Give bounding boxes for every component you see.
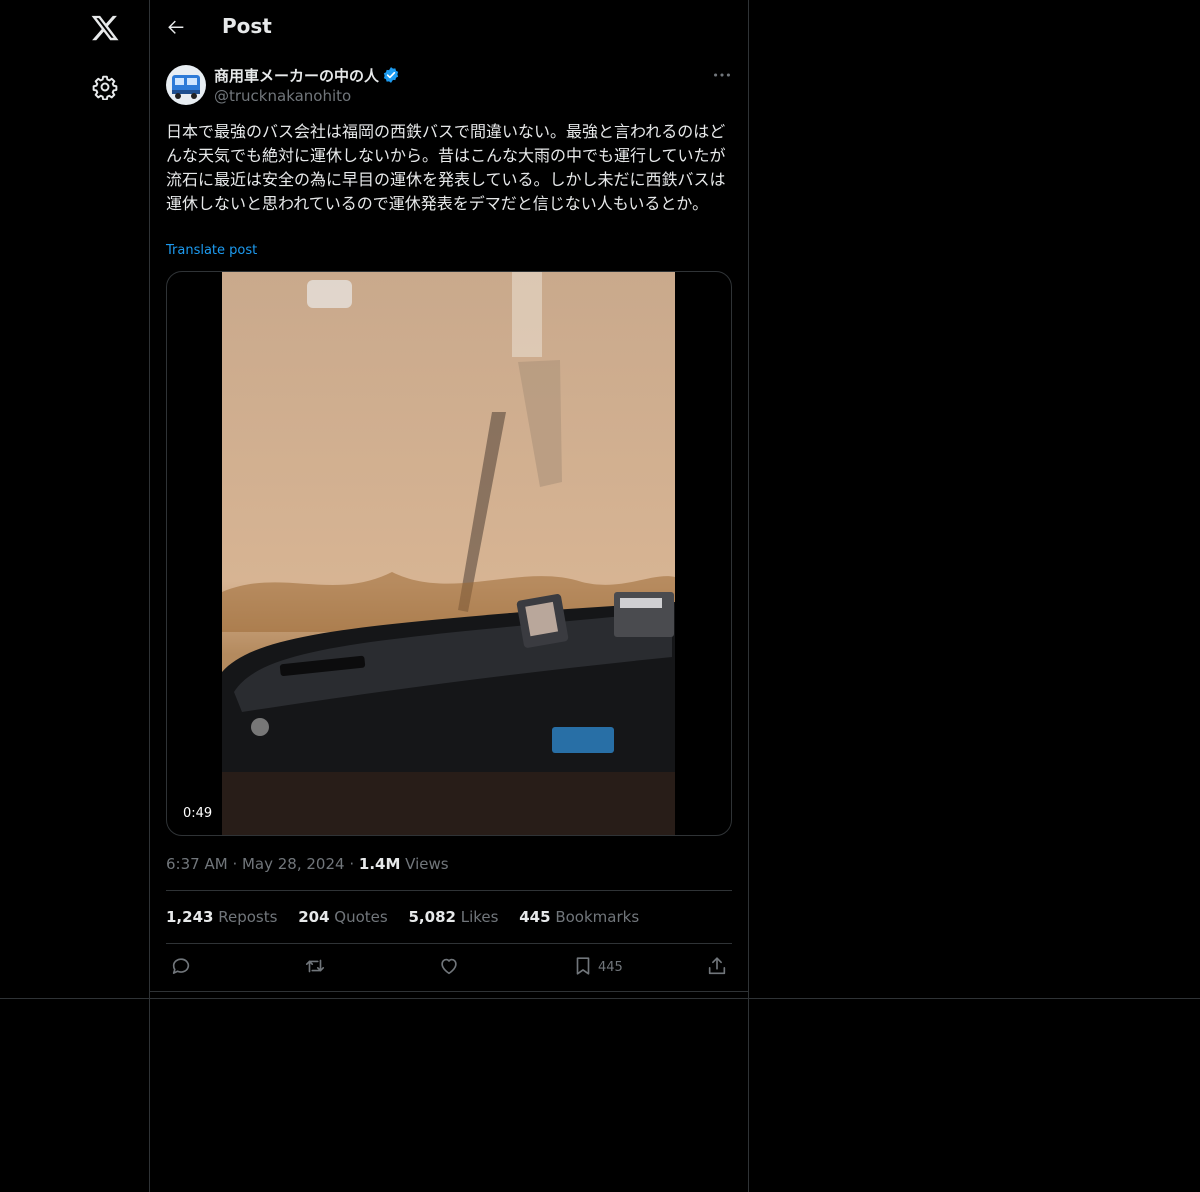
video-player[interactable]: 0:49	[166, 271, 732, 836]
horizontal-divider	[0, 998, 1200, 999]
reply-button[interactable]	[170, 955, 192, 979]
x-logo-icon[interactable]	[90, 13, 120, 43]
share-icon	[706, 957, 728, 981]
back-arrow-icon[interactable]	[165, 16, 187, 38]
post-meta: 6:37 AM · May 28, 2024 · 1.4M Views	[166, 855, 449, 873]
share-button[interactable]	[706, 955, 728, 979]
divider	[150, 991, 748, 992]
bookmarks-stat[interactable]: 445 Bookmarks	[519, 908, 639, 926]
reposts-label: Reposts	[218, 908, 278, 926]
more-icon[interactable]	[711, 64, 733, 86]
verified-badge-icon	[382, 66, 400, 84]
likes-label: Likes	[460, 908, 499, 926]
bookmark-button[interactable]: 445	[572, 955, 632, 979]
likes-count: 5,082	[408, 908, 456, 926]
views-label: Views	[405, 855, 449, 873]
divider	[166, 890, 732, 891]
reply-icon	[170, 958, 192, 981]
video-thumbnail	[222, 272, 675, 835]
divider	[166, 943, 732, 944]
video-duration-badge: 0:49	[177, 804, 219, 823]
reposts-stat[interactable]: 1,243 Reposts	[166, 908, 277, 926]
reposts-count: 1,243	[166, 908, 214, 926]
left-column-divider	[149, 0, 150, 1192]
bookmark-count: 445	[598, 960, 623, 975]
like-button[interactable]	[438, 955, 460, 979]
quotes-count: 204	[298, 908, 330, 926]
bookmark-icon	[572, 957, 594, 981]
right-column-divider	[748, 0, 749, 1192]
engagement-stats: 1,243 Reposts 204 Quotes 5,082 Likes 445…	[166, 908, 655, 926]
page-title: Post	[222, 14, 272, 38]
meta-dot: ·	[349, 855, 359, 873]
quotes-label: Quotes	[334, 908, 388, 926]
like-icon	[438, 958, 460, 981]
post-text: 日本で最強のバス会社は福岡の西鉄バスで間違いない。最強と言われるのはどんな天気で…	[166, 122, 726, 213]
repost-button[interactable]	[304, 955, 326, 979]
quotes-stat[interactable]: 204 Quotes	[298, 908, 388, 926]
author-name[interactable]: 商用車メーカーの中の人	[214, 65, 379, 86]
repost-icon	[304, 959, 326, 981]
bookmarks-count: 445	[519, 908, 551, 926]
views-count: 1.4M	[358, 855, 401, 873]
post-time[interactable]: 6:37 AM	[166, 855, 228, 873]
author-handle[interactable]: @trucknakanohito	[214, 87, 351, 105]
meta-dot: ·	[232, 855, 242, 873]
post-date[interactable]: May 28, 2024	[242, 855, 345, 873]
bookmarks-label: Bookmarks	[555, 908, 640, 926]
likes-stat[interactable]: 5,082 Likes	[409, 908, 499, 926]
avatar[interactable]	[166, 65, 206, 105]
settings-gear-icon[interactable]	[92, 74, 118, 101]
translate-post-link[interactable]: Translate post	[166, 243, 257, 258]
